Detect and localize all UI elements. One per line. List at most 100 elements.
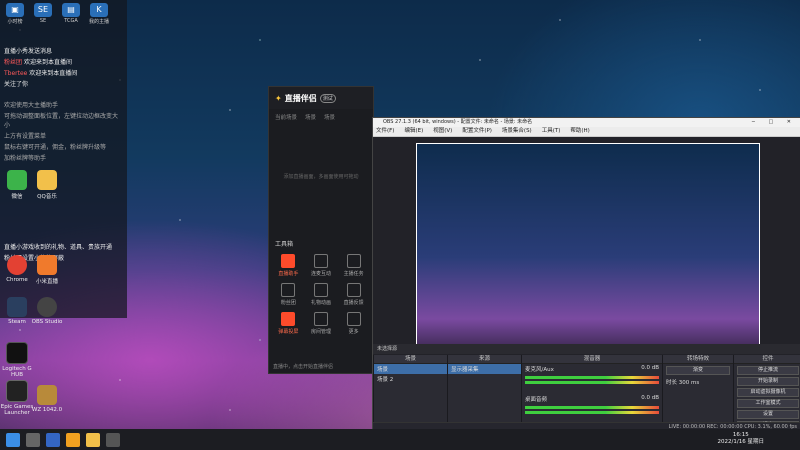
stop-stream-button[interactable]: 停止推流 — [737, 366, 799, 375]
notice-line: 上方有设置菜单 — [4, 133, 47, 140]
clock-date: 2022/1/16 星期日 — [717, 439, 764, 445]
dock-header: 转场特效 — [663, 355, 733, 364]
start-recording-button[interactable]: 开始录制 — [737, 377, 799, 386]
menu-scene-collection[interactable]: 场景集合(S) — [502, 127, 532, 136]
desktop-icon-label: QQ音乐 — [37, 194, 57, 200]
dock-header: 控件 — [734, 355, 800, 364]
channel-name: 麦克风/Aux — [525, 367, 554, 373]
tool-item[interactable]: 直播反馈 — [338, 283, 369, 306]
top-icon-1[interactable]: SE SE — [32, 3, 54, 31]
tool-item[interactable]: 连麦互动 — [306, 254, 337, 277]
tool-icon — [313, 254, 328, 268]
dock-header: 场景 — [374, 355, 447, 364]
tool-item[interactable]: 礼物动画 — [306, 283, 337, 306]
volume-meter[interactable] — [525, 411, 659, 414]
preview-scene — [416, 143, 760, 351]
taskbar-app-icon[interactable] — [66, 432, 80, 447]
menu-file[interactable]: 文件(F) — [376, 127, 394, 136]
tool-label: 更多 — [348, 329, 359, 335]
menu-help[interactable]: 帮助(H) — [570, 127, 589, 136]
settings-button[interactable]: 设置 — [737, 410, 799, 419]
desktop-icon-epic[interactable]: Epic Games Launcher — [0, 380, 34, 416]
taskbar-app-icon[interactable] — [86, 432, 100, 447]
taskbar-clock[interactable]: 16:15 2022/1/16 星期日 — [718, 432, 764, 446]
transition-select[interactable]: 渐变 — [666, 366, 730, 375]
studio-mode-button[interactable]: 工作室模式 — [737, 399, 799, 408]
tool-grid: 直播助手 连麦互动 主播任务 粉丝团 礼物动画 直播反馈 弹幕投屏 房间管理 更… — [269, 250, 373, 339]
tool-label: 房间管理 — [310, 329, 331, 335]
desktop-icon-obs[interactable]: OBS Studio — [30, 297, 64, 325]
tool-icon — [346, 312, 361, 326]
obs-window: OBS 27.1.3 (64 bit, windows) - 配置文件: 未命名… — [372, 117, 800, 431]
top-icon-label: 我的主播 — [88, 19, 109, 25]
volume-meter[interactable] — [525, 376, 659, 379]
volume-meter[interactable] — [525, 406, 659, 409]
obs-preview[interactable] — [373, 137, 800, 355]
window-controls[interactable]: ─ □ ✕ — [752, 118, 797, 127]
tool-item[interactable]: 粉丝团 — [273, 283, 304, 306]
zhibo-tab[interactable]: 当前场景 — [275, 113, 297, 121]
tool-item[interactable]: 弹幕投屏 — [273, 312, 304, 335]
mi-live-icon — [37, 255, 57, 275]
taskbar-app-icon[interactable] — [26, 432, 40, 447]
desktop-icon-chrome[interactable]: Chrome — [0, 255, 34, 283]
zhibo-tab[interactable]: 场景 — [324, 113, 335, 121]
taskbar-app-icon[interactable] — [46, 432, 60, 447]
tool-icon — [313, 312, 328, 326]
tool-label: 直播反馈 — [343, 300, 364, 306]
mixer-dock: 混音器 麦克风/Aux 0.0 dB 桌面音频 0.0 dB — [521, 355, 662, 430]
chat-text: 直播小秀发送消息 — [4, 48, 53, 55]
channel-db: 0.0 dB — [641, 395, 659, 401]
chat-text: 关注了你 — [4, 81, 29, 88]
desktop-icon-steam[interactable]: Steam — [0, 297, 34, 325]
scene-item[interactable]: 场景 — [374, 364, 447, 374]
notice-line: 直播小游戏收到的礼物、道具、贵族开通 — [4, 244, 113, 251]
tool-item[interactable]: 主播任务 — [338, 254, 369, 277]
menu-view[interactable]: 视图(V) — [433, 127, 452, 136]
obs-docks: 场景 场景 场景 2 来源 显示器采集 混音器 麦克风/Aux 0.0 dB 桌… — [373, 355, 800, 430]
top-icon-0[interactable]: ▣ 小时榜 — [4, 3, 26, 31]
epic-icon — [6, 380, 28, 402]
top-icon-glyph: SE — [34, 3, 52, 17]
virtual-camera-button[interactable]: 启动虚拟摄像机 — [737, 388, 799, 397]
obs-menubar: 文件(F) 编辑(E) 视图(V) 配置文件(P) 场景集合(S) 工具(T) … — [373, 127, 800, 137]
chat-user: Tbertee — [4, 70, 28, 77]
top-icon-2[interactable]: ▤ TCGA — [60, 3, 82, 31]
chat-text: 欢迎来到本直播间 — [29, 70, 78, 77]
tool-item[interactable]: 房间管理 — [306, 312, 337, 335]
zhibo-logo-icon: ✦ — [275, 93, 282, 103]
logitech-icon — [6, 342, 28, 364]
zhibo-footer: 直播中，点击开始直播伴侣 — [273, 364, 334, 370]
volume-meter[interactable] — [525, 381, 659, 384]
zhibo-tabs: 当前场景 场景 场景 — [269, 109, 373, 125]
scene-item[interactable]: 场景 2 — [374, 374, 447, 384]
duration-value[interactable]: 300 ms — [679, 380, 699, 386]
desktop-icon-wz[interactable]: WZ 1042.0 — [30, 385, 64, 413]
tool-item[interactable]: 更多 — [338, 312, 369, 335]
taskbar-app-icon[interactable] — [106, 432, 120, 447]
menu-edit[interactable]: 编辑(E) — [404, 127, 423, 136]
start-icon[interactable] — [6, 432, 20, 447]
top-icon-glyph: ▤ — [62, 3, 80, 17]
desktop-icon-qqmusic[interactable]: QQ音乐 — [30, 170, 64, 200]
desktop-icon-label: 微信 — [11, 194, 23, 200]
source-item[interactable]: 显示器采集 — [448, 364, 521, 374]
top-icon-bar: ▣ 小时榜 SE SE ▤ TCGA K 我的主播 — [0, 0, 127, 34]
tool-label: 弹幕投屏 — [278, 329, 299, 335]
menu-profile[interactable]: 配置文件(P) — [462, 127, 492, 136]
sources-dock: 来源 显示器采集 — [447, 355, 521, 430]
zhibo-placeholder: 添加直播画面，多画面使用可拖动 — [283, 174, 359, 180]
menu-tools[interactable]: 工具(T) — [542, 127, 561, 136]
obs-titlebar: OBS 27.1.3 (64 bit, windows) - 配置文件: 未命名… — [373, 118, 800, 127]
desktop-icon-mi[interactable]: 小米直播 — [30, 255, 64, 285]
duration-label: 时长 — [666, 380, 678, 386]
wechat-icon — [7, 170, 27, 190]
desktop-icon-ghub[interactable]: Logitech G HUB — [0, 342, 34, 378]
tool-item[interactable]: 直播助手 — [273, 254, 304, 277]
zhibo-title: 直播伴侣 — [284, 93, 317, 103]
dock-header: 来源 — [448, 355, 521, 364]
desktop-icon-wechat[interactable]: 微信 — [0, 170, 34, 200]
top-icon-3[interactable]: K 我的主播 — [88, 3, 110, 31]
zhibo-badge: 测试 — [319, 93, 336, 103]
zhibo-tab[interactable]: 场景 — [305, 113, 316, 121]
